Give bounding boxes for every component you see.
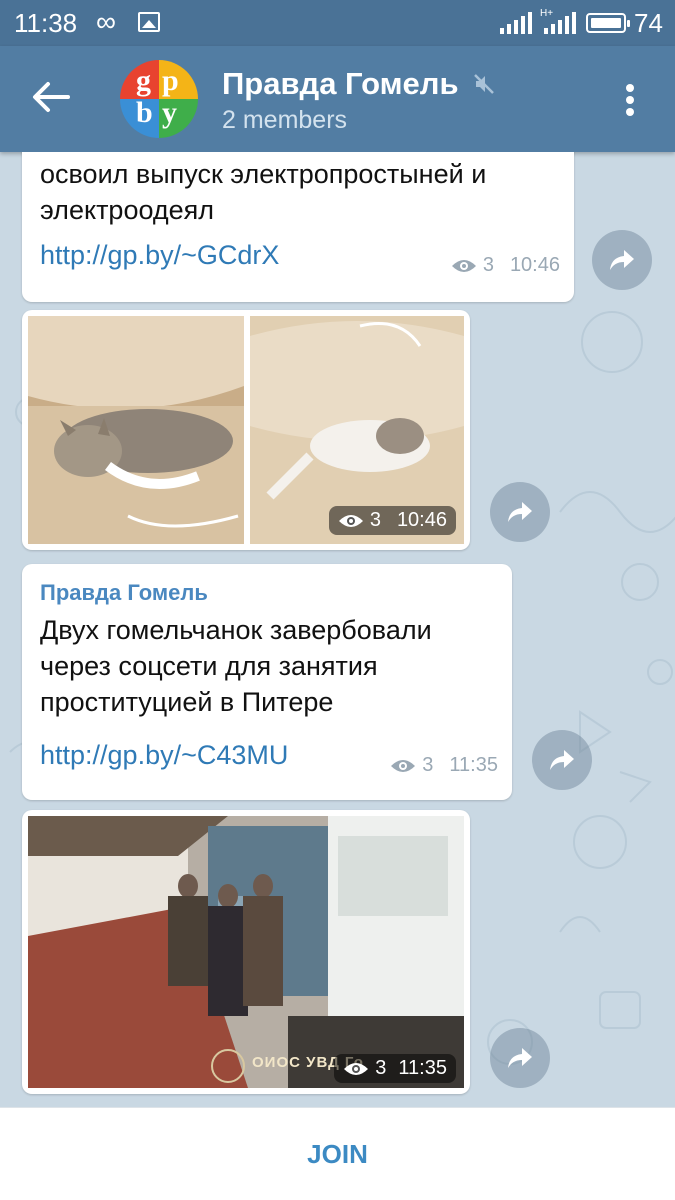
message-author[interactable]: Правда Гомель bbox=[40, 580, 208, 606]
message-meta: 3 10:46 bbox=[328, 506, 456, 535]
share-button[interactable] bbox=[532, 730, 592, 790]
message-meta: 3 10:46 bbox=[451, 254, 560, 277]
channel-avatar[interactable]: g p b y bbox=[120, 60, 198, 138]
photo-message[interactable]: 3 10:46 bbox=[22, 310, 470, 550]
bottom-bar: JOIN bbox=[0, 1107, 675, 1200]
chat-title[interactable]: Правда Гомель bbox=[222, 66, 459, 102]
message-text-line: проституцией в Питере bbox=[40, 687, 334, 717]
cat-photo[interactable] bbox=[28, 316, 244, 544]
avatar-letter: p bbox=[162, 64, 179, 97]
share-icon bbox=[610, 250, 634, 270]
photo-message[interactable]: ОИОС УВД Го 3 11:35 bbox=[22, 810, 470, 1094]
view-count: 3 bbox=[375, 1057, 387, 1079]
member-count: 2 members bbox=[222, 106, 348, 134]
share-icon bbox=[550, 750, 574, 770]
status-time: 11:38 bbox=[14, 8, 78, 38]
status-bar: 11:38 ∞ H+ 74 bbox=[0, 0, 675, 46]
message-meta: 3 11:35 bbox=[334, 1054, 456, 1083]
battery-level: 74 bbox=[634, 8, 663, 38]
share-button[interactable] bbox=[490, 482, 550, 542]
share-button[interactable] bbox=[592, 230, 652, 290]
message-text-line: освоил выпуск электропростыней и bbox=[40, 159, 487, 189]
signal-icon-2 bbox=[544, 12, 578, 34]
menu-dots-icon[interactable] bbox=[620, 80, 640, 120]
message-time: 11:35 bbox=[398, 1057, 447, 1079]
eye-icon bbox=[391, 759, 416, 772]
share-button[interactable] bbox=[490, 1028, 550, 1088]
infinity-icon: ∞ bbox=[96, 6, 116, 37]
view-count: 3 bbox=[369, 509, 381, 531]
avatar-letter: g bbox=[136, 64, 151, 97]
signal-icon bbox=[500, 12, 534, 34]
eye-icon bbox=[451, 259, 476, 272]
battery-icon bbox=[586, 13, 630, 33]
back-arrow-icon[interactable] bbox=[30, 80, 70, 114]
image-icon bbox=[138, 12, 160, 32]
message-time: 10:46 bbox=[509, 254, 560, 276]
message-link[interactable]: http://gp.by/~GCdrX bbox=[40, 240, 279, 271]
message-text-line: Двух гомельчанок завербовали bbox=[40, 615, 432, 645]
message-text-line: через соцсети для занятия bbox=[40, 651, 378, 681]
message-text-line: электроодеял bbox=[40, 195, 215, 225]
chat-header: g p b y Правда Гомель 2 members bbox=[0, 46, 675, 152]
message-list[interactable]: освоил выпуск электропростыней и электро… bbox=[0, 152, 675, 1107]
eye-icon bbox=[344, 1062, 369, 1075]
avatar-letter: b bbox=[136, 96, 153, 129]
message-time: 11:35 bbox=[449, 754, 498, 776]
train-platform-photo[interactable]: ОИОС УВД Го bbox=[28, 816, 464, 1088]
message-link[interactable]: http://gp.by/~C43MU bbox=[40, 740, 288, 771]
message-meta: 3 11:35 bbox=[390, 754, 498, 777]
view-count: 3 bbox=[482, 254, 494, 276]
share-icon bbox=[508, 1048, 532, 1068]
join-button[interactable]: JOIN bbox=[0, 1108, 675, 1200]
share-icon bbox=[508, 502, 532, 522]
message-bubble[interactable]: освоил выпуск электропростыней и электро… bbox=[22, 152, 574, 302]
message-bubble[interactable]: Правда Гомель Двух гомельчанок завербова… bbox=[22, 564, 512, 800]
eye-icon bbox=[338, 514, 363, 527]
message-time: 10:46 bbox=[396, 509, 447, 531]
mute-icon bbox=[472, 72, 496, 96]
view-count: 3 bbox=[422, 754, 434, 776]
avatar-letter: y bbox=[162, 96, 177, 129]
